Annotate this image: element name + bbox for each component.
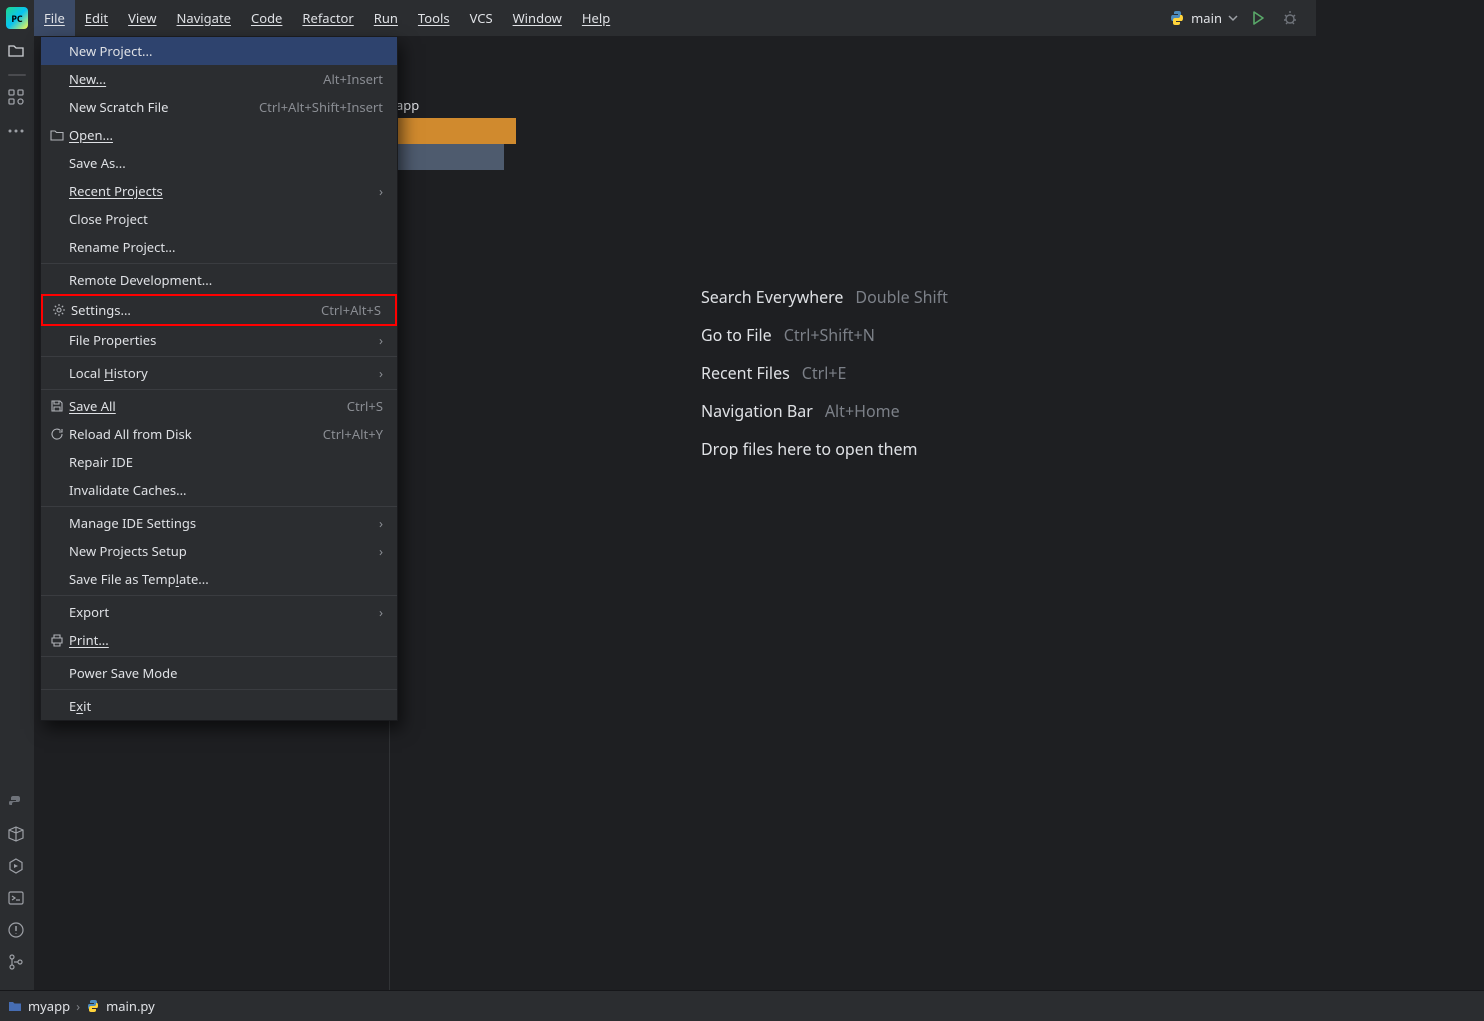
file-menu-new[interactable]: New...Alt+Insert — [41, 65, 397, 93]
print-icon — [49, 633, 65, 647]
menu-code[interactable]: Code — [241, 0, 292, 36]
gear-icon — [51, 303, 67, 317]
file-menu-save-template[interactable]: Save File as Template... — [41, 565, 397, 593]
menu-window[interactable]: Window — [503, 0, 572, 36]
menu-vcs[interactable]: VCS — [460, 0, 503, 36]
breadcrumb-project[interactable]: myapp — [28, 997, 70, 1015]
help-search-shortcut: Double Shift — [855, 286, 947, 308]
file-menu-reload[interactable]: Reload All from DiskCtrl+Alt+Y — [41, 420, 397, 448]
run-config-name: main — [1191, 9, 1222, 27]
file-menu-repair[interactable]: Repair IDE — [41, 448, 397, 476]
tree-fragment-label: app — [396, 96, 419, 114]
menu-bar: File Edit View Navigate Code Refactor Ru… — [34, 0, 620, 36]
project-tool-icon[interactable] — [7, 42, 27, 62]
tree-row-highlight[interactable] — [396, 118, 516, 144]
help-search-label: Search Everywhere — [701, 286, 843, 308]
left-tool-strip — [0, 36, 35, 991]
vcs-tool-icon[interactable] — [7, 953, 27, 973]
tree-row-selected[interactable] — [396, 144, 504, 170]
run-button[interactable] — [1246, 6, 1270, 30]
file-menu-exit[interactable]: Exit — [41, 692, 397, 720]
editor-empty-state: Search Everywhere Double Shift Go to File… — [701, 286, 948, 460]
file-menu-settings[interactable]: Settings...Ctrl+Alt+S — [41, 294, 397, 326]
python-file-icon — [86, 999, 100, 1013]
menu-run[interactable]: Run — [364, 0, 408, 36]
file-menu-save-all[interactable]: Save AllCtrl+S — [41, 392, 397, 420]
help-drop-label: Drop files here to open them — [701, 438, 918, 460]
chevron-down-icon — [1228, 13, 1238, 23]
help-goto-shortcut: Ctrl+Shift+N — [784, 324, 875, 346]
project-folder-icon — [8, 999, 22, 1013]
help-navbar-label: Navigation Bar — [701, 400, 813, 422]
file-menu-new-scratch[interactable]: New Scratch FileCtrl+Alt+Shift+Insert — [41, 93, 397, 121]
menu-navigate[interactable]: Navigate — [167, 0, 241, 36]
problems-tool-icon[interactable] — [7, 921, 27, 941]
terminal-tool-icon[interactable] — [7, 889, 27, 909]
help-goto-label: Go to File — [701, 324, 772, 346]
packages-tool-icon[interactable] — [7, 825, 27, 845]
pycharm-logo-icon: PC — [6, 7, 28, 29]
file-menu-new-projects-setup[interactable]: New Projects Setup› — [41, 537, 397, 565]
help-recent-label: Recent Files — [701, 362, 790, 384]
menu-edit[interactable]: Edit — [75, 0, 118, 36]
breadcrumb-bar: myapp › main.py — [0, 990, 1484, 1021]
file-menu-export[interactable]: Export› — [41, 598, 397, 626]
python-console-icon[interactable] — [7, 793, 27, 813]
toolbar-right: main — [1169, 6, 1310, 30]
more-tool-icon[interactable] — [7, 120, 27, 140]
menu-tools[interactable]: Tools — [408, 0, 460, 36]
python-icon — [1169, 10, 1185, 26]
folder-icon — [49, 128, 65, 142]
file-menu-dropdown: New Project... New...Alt+Insert New Scra… — [40, 36, 398, 721]
file-menu-power-save[interactable]: Power Save Mode — [41, 659, 397, 687]
play-icon — [1250, 10, 1266, 26]
file-menu-rename-project[interactable]: Rename Project... — [41, 233, 397, 261]
menu-file[interactable]: File — [34, 0, 75, 36]
save-icon — [49, 399, 65, 413]
help-recent-shortcut: Ctrl+E — [802, 362, 847, 384]
file-menu-open[interactable]: Open... — [41, 121, 397, 149]
run-config-selector[interactable]: main — [1169, 9, 1238, 27]
file-menu-file-properties[interactable]: File Properties› — [41, 326, 397, 354]
structure-tool-icon[interactable] — [7, 88, 27, 108]
file-menu-remote-dev[interactable]: Remote Development... — [41, 266, 397, 294]
file-menu-invalidate[interactable]: Invalidate Caches... — [41, 476, 397, 504]
menu-help[interactable]: Help — [572, 0, 620, 36]
file-menu-save-as[interactable]: Save As... — [41, 149, 397, 177]
menu-refactor[interactable]: Refactor — [292, 0, 363, 36]
file-menu-print[interactable]: Print... — [41, 626, 397, 654]
file-menu-new-project[interactable]: New Project... — [41, 37, 397, 65]
reload-icon — [49, 427, 65, 441]
debug-button[interactable] — [1278, 6, 1302, 30]
bug-icon — [1282, 10, 1298, 26]
top-bar: PC File Edit View Navigate Code Refactor… — [0, 0, 1316, 36]
breadcrumb-separator: › — [76, 997, 80, 1015]
file-menu-manage-ide[interactable]: Manage IDE Settings› — [41, 509, 397, 537]
file-menu-close-project[interactable]: Close Project — [41, 205, 397, 233]
file-menu-local-history[interactable]: Local History› — [41, 359, 397, 387]
services-tool-icon[interactable] — [7, 857, 27, 877]
help-navbar-shortcut: Alt+Home — [825, 400, 900, 422]
file-menu-recent-projects[interactable]: Recent Projects› — [41, 177, 397, 205]
menu-view[interactable]: View — [118, 0, 166, 36]
breadcrumb-file[interactable]: main.py — [106, 997, 155, 1015]
separator — [8, 74, 26, 76]
